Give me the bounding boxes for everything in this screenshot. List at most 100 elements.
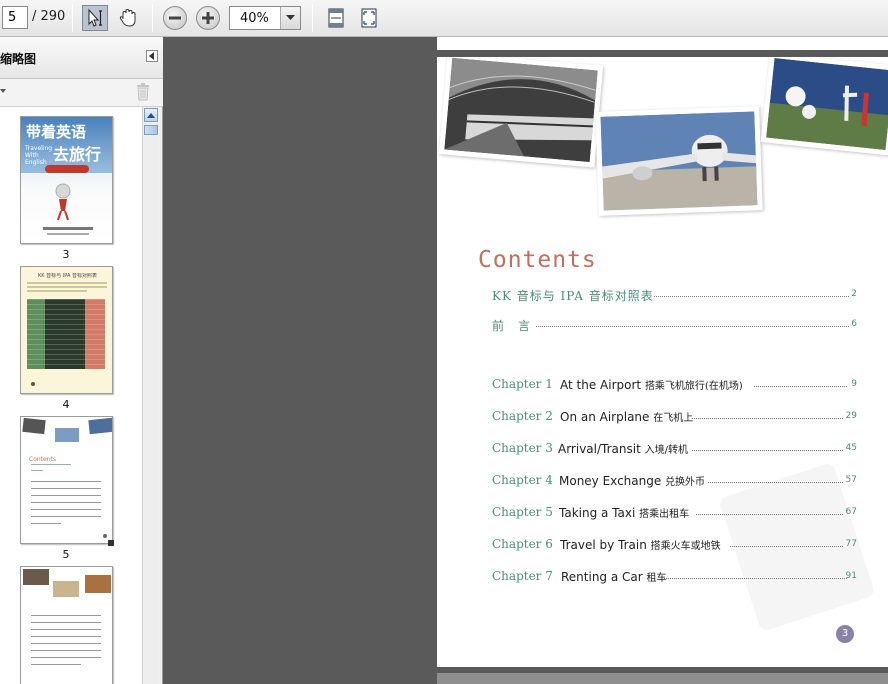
cover-figure-image xyxy=(55,183,71,221)
thumb-page-dot xyxy=(31,382,35,386)
fit-page-button[interactable] xyxy=(356,5,382,31)
thumb-text-line xyxy=(27,290,87,292)
thumb-text-line xyxy=(31,470,43,471)
fit-page-icon xyxy=(361,8,377,28)
trash-icon xyxy=(137,83,149,101)
toc-page-number: 29 xyxy=(845,411,857,421)
toc-chapter-number: Chapter 1 xyxy=(492,377,553,391)
thumb-text-line xyxy=(31,481,101,482)
thumb-photo xyxy=(55,428,79,442)
thumb-text-line xyxy=(31,516,101,517)
zoom-value: 40% xyxy=(240,11,269,26)
minus-icon xyxy=(169,16,181,20)
text-select-icon xyxy=(88,8,102,27)
thumb-text-line xyxy=(27,286,107,288)
toc-row-phonetics[interactable]: KK 音标与 IPA 音标对照表 2 xyxy=(492,287,857,303)
toc-row-chapter[interactable]: Chapter 2 On an Airplane 在飞机上 29 xyxy=(492,409,857,425)
toc-leader-dots xyxy=(754,386,847,387)
toc-row-chapter[interactable]: Chapter 5 Taking a Taxi 搭乘出租车 67 xyxy=(492,505,857,521)
thumb-text-line xyxy=(31,509,101,510)
cover-badge xyxy=(45,165,89,173)
toc-leader-dots xyxy=(730,546,843,547)
page-thumbnail-current[interactable]: Contents xyxy=(20,416,113,544)
toc-leader-dots xyxy=(696,514,843,515)
scroll-up-button[interactable] xyxy=(144,108,158,122)
chevron-up-icon xyxy=(147,112,155,118)
fit-width-button[interactable] xyxy=(323,5,349,31)
select-tool-button[interactable] xyxy=(82,5,108,31)
toc-page-number: 2 xyxy=(851,289,857,299)
hand-tool-button[interactable] xyxy=(115,5,141,31)
toc-page-number: 57 xyxy=(845,475,857,485)
contents-heading: Contents xyxy=(478,247,597,273)
toolbar-separator xyxy=(72,5,73,32)
page-thumbnail[interactable]: 带着英语 去旅行 Traveling With English xyxy=(20,116,113,244)
toc-row-chapter[interactable]: Chapter 3 Arrival/Transit 入境/转机 45 xyxy=(492,441,857,457)
toc-chapter-title: Arrival/Transit 入境/转机 xyxy=(558,442,688,456)
zoom-out-button[interactable] xyxy=(163,6,187,30)
toc-page-number: 91 xyxy=(845,571,857,581)
toc-chapter-title: Taking a Taxi 搭乘出租车 xyxy=(559,506,690,520)
people-photo xyxy=(760,57,888,156)
toc-row-chapter[interactable]: Chapter 7 Renting a Car 租车 91 xyxy=(492,569,857,585)
train-station-image xyxy=(444,57,598,163)
toc-row-chapter[interactable]: Chapter 4 Money Exchange 兑换外币 57 xyxy=(492,473,857,489)
thumbnail-list: 带着英语 去旅行 Traveling With English 3 KK 音标与… xyxy=(0,107,142,684)
document-view[interactable]: Contents KK 音标与 IPA 音标对照表 2 前 言 6 Chapte… xyxy=(164,37,888,684)
chevron-left-icon xyxy=(149,52,154,60)
train-station-photo xyxy=(438,57,604,168)
toc-page-number: 77 xyxy=(845,539,857,549)
toc-chapter-number: Chapter 5 xyxy=(492,505,553,519)
toc-entry-title: KK 音标与 IPA 音标对照表 xyxy=(492,289,654,303)
hand-icon xyxy=(119,8,136,27)
toc-leader-dots xyxy=(664,578,847,579)
thumb-text-line xyxy=(31,629,101,630)
collapse-panel-button[interactable] xyxy=(146,50,158,62)
toc-entry-title: 前 言 xyxy=(492,319,532,333)
thumb-text-line xyxy=(27,282,107,284)
previous-page-edge xyxy=(437,37,888,50)
fit-width-icon xyxy=(328,8,344,28)
toolbar: 5 / 290 40% xyxy=(0,0,888,37)
thumb-text-line xyxy=(31,657,101,658)
cover-title-line2: 去旅行 xyxy=(53,145,102,164)
toc-row-chapter[interactable]: Chapter 1 At the Airport 搭乘飞机旅行(在机场) 9 xyxy=(492,377,857,393)
toolbar-separator xyxy=(312,5,313,32)
options-menu-button[interactable] xyxy=(0,85,6,98)
thumbnail-selection-handle[interactable] xyxy=(108,540,114,546)
zoom-select[interactable]: 40% xyxy=(229,6,301,30)
page-thumbnail[interactable]: KK 音标与 IPA 音标对照表 xyxy=(20,266,113,394)
toc-row-preface[interactable]: 前 言 6 xyxy=(492,317,857,333)
page-total-label: / 290 xyxy=(32,9,66,24)
toc-chapter-title: At the Airport 搭乘飞机旅行(在机场) xyxy=(560,378,743,392)
toc-chapter-number: Chapter 4 xyxy=(492,473,553,487)
toc-chapter-title: On an Airplane 在飞机上 xyxy=(560,410,694,424)
delete-page-button[interactable] xyxy=(136,83,150,105)
thumbnail-label: 3 xyxy=(62,248,70,261)
thumb-photo xyxy=(23,569,49,585)
thumb-text-line xyxy=(31,636,101,637)
zoom-dropdown-button[interactable] xyxy=(280,7,300,29)
thumbnails-panel: 缩略图 带着英语 去旅行 Traveling With English 3 KK… xyxy=(0,37,163,684)
scroll-thumb[interactable] xyxy=(144,125,158,135)
thumb-photo xyxy=(88,417,112,435)
thumb-text-line xyxy=(31,523,61,524)
people-image xyxy=(766,57,888,151)
cover-title-line1: 带着英语 xyxy=(26,123,87,141)
toc-chapter-number: Chapter 6 xyxy=(492,537,553,551)
document-page: Contents KK 音标与 IPA 音标对照表 2 前 言 6 Chapte… xyxy=(437,57,888,667)
thumb-text-line xyxy=(31,615,101,616)
page-number-input[interactable]: 5 xyxy=(2,6,28,29)
thumbnails-toolbar xyxy=(0,79,163,107)
thumbnail-scrollbar[interactable] xyxy=(142,107,159,684)
thumb-text-line xyxy=(31,495,101,496)
toolbar-separator xyxy=(152,5,153,32)
cover-publisher xyxy=(43,227,93,230)
thumb-page-dot xyxy=(103,534,107,538)
thumbnail-label: 5 xyxy=(62,548,70,561)
page-thumbnail[interactable] xyxy=(20,566,113,684)
toc-leader-dots xyxy=(708,482,843,483)
toc-row-chapter[interactable]: Chapter 6 Travel by Train 搭乘火车或地铁 77 xyxy=(492,537,857,553)
zoom-in-button[interactable] xyxy=(196,6,220,30)
toc-page-number: 67 xyxy=(845,507,857,517)
